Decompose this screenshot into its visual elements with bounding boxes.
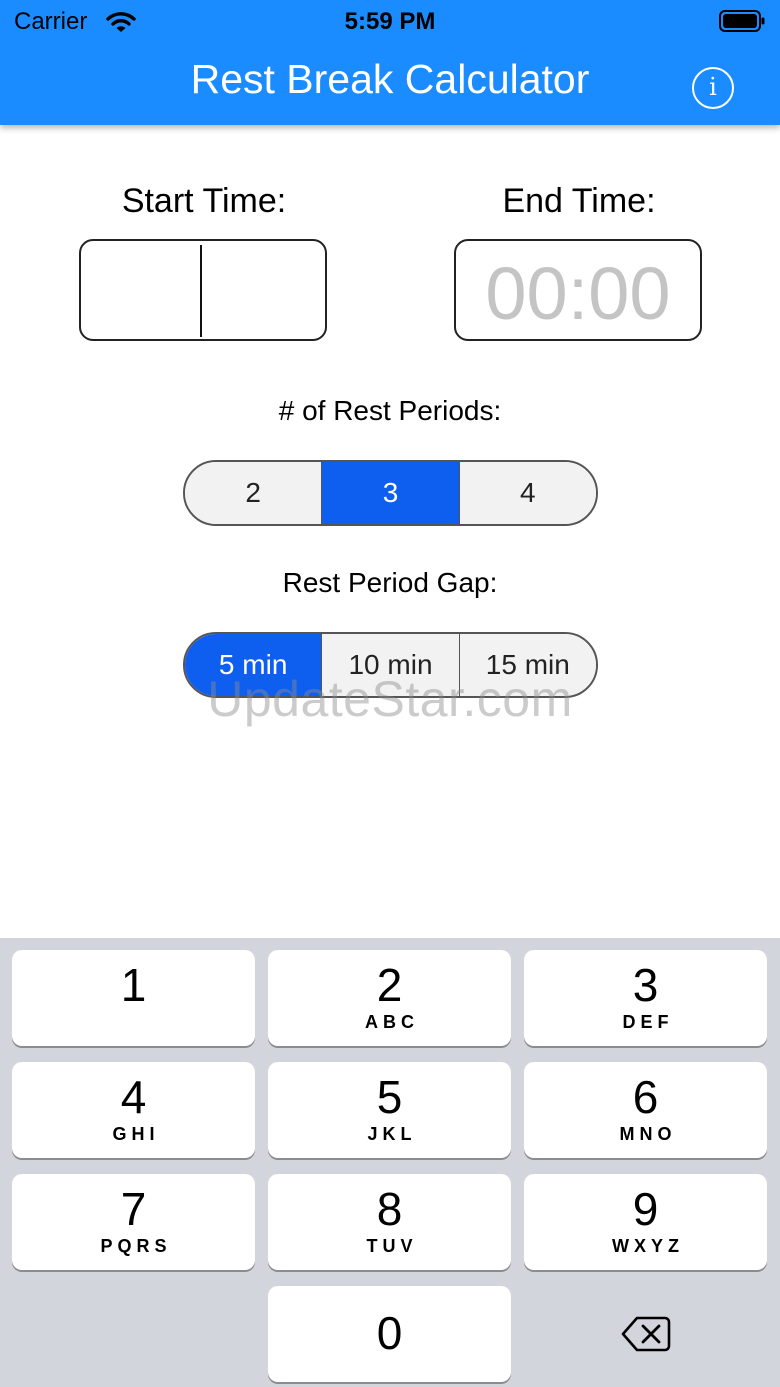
start-time-label: Start Time: <box>121 182 287 220</box>
key-letters: JKL <box>367 1124 417 1144</box>
key-letters: DEF <box>622 1012 674 1032</box>
battery-icon <box>719 10 765 32</box>
key-4[interactable]: 4 GHI <box>12 1062 255 1158</box>
backspace-icon <box>621 1316 670 1352</box>
start-time-field[interactable] <box>79 239 327 341</box>
rest-gap-option-5[interactable]: 5 min <box>185 634 323 696</box>
info-button[interactable]: i <box>692 67 734 109</box>
status-time: 5:59 PM <box>344 8 436 35</box>
key-digit: 6 <box>632 1071 659 1123</box>
status-bar: Carrier 5:59 PM <box>0 0 780 44</box>
key-digit: 3 <box>632 959 659 1011</box>
rest-periods-control: 2 3 4 <box>183 460 598 526</box>
rest-periods-option-3[interactable]: 3 <box>322 462 460 524</box>
key-7[interactable]: 7 PQRS <box>12 1174 255 1270</box>
rest-periods-label: # of Rest Periods: <box>278 395 502 426</box>
key-digit: 8 <box>376 1183 403 1235</box>
numeric-keypad: 1 2 ABC 3 DEF 4 GHI 5 JKL 6 MNO 7 PQRS 8… <box>0 938 780 1387</box>
key-letters: MNO <box>619 1124 677 1144</box>
key-digit: 1 <box>120 959 147 1011</box>
end-time-field[interactable]: 00:00 <box>454 239 702 341</box>
key-digit: 7 <box>120 1183 147 1235</box>
key-3[interactable]: 3 DEF <box>524 950 767 1046</box>
rest-gap-label: Rest Period Gap: <box>282 567 498 598</box>
info-icon: i <box>709 73 717 101</box>
key-letters: WXYZ <box>612 1236 684 1256</box>
key-5[interactable]: 5 JKL <box>268 1062 511 1158</box>
key-letters: GHI <box>112 1124 160 1144</box>
key-6[interactable]: 6 MNO <box>524 1062 767 1158</box>
key-digit: 5 <box>376 1071 403 1123</box>
rest-gap-control: 5 min 10 min 15 min <box>183 632 598 698</box>
rest-gap-option-10[interactable]: 10 min <box>322 634 460 696</box>
rest-periods-option-4[interactable]: 4 <box>459 462 596 524</box>
key-digit: 2 <box>376 959 403 1011</box>
key-8[interactable]: 8 TUV <box>268 1174 511 1270</box>
key-0[interactable]: 0 <box>268 1286 511 1382</box>
app-header: Carrier 5:59 PM Rest Break Calculator i <box>0 0 780 125</box>
key-digit: 4 <box>120 1071 147 1123</box>
key-2[interactable]: 2 ABC <box>268 950 511 1046</box>
key-digit: 0 <box>376 1307 403 1359</box>
rest-gap-option-15[interactable]: 15 min <box>459 634 596 696</box>
page-title: Rest Break Calculator <box>190 56 590 102</box>
key-1[interactable]: 1 <box>12 950 255 1046</box>
key-9[interactable]: 9 WXYZ <box>524 1174 767 1270</box>
delete-key[interactable] <box>524 1286 767 1382</box>
end-time-placeholder: 00:00 <box>485 252 671 335</box>
key-digit: 9 <box>632 1183 659 1235</box>
key-letters: PQRS <box>100 1236 172 1256</box>
key-letters: ABC <box>365 1012 419 1032</box>
rest-periods-option-2[interactable]: 2 <box>185 462 323 524</box>
key-letters: TUV <box>366 1236 418 1256</box>
text-cursor <box>200 245 202 337</box>
end-time-label: End Time: <box>502 182 656 220</box>
